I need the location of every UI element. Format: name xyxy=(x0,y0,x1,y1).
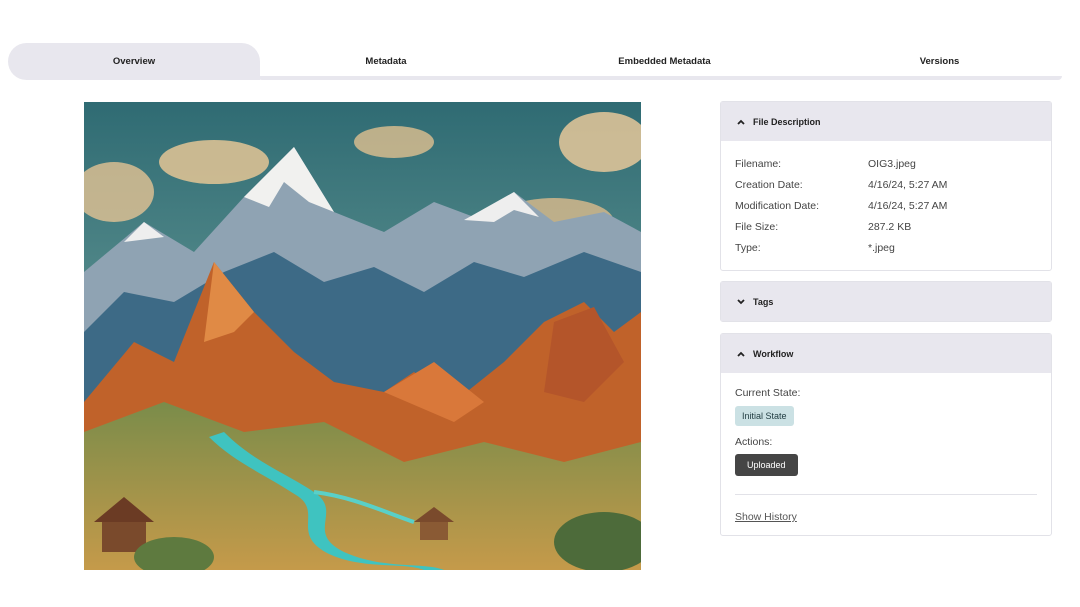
workflow-divider xyxy=(735,494,1037,495)
tab-embedded-metadata[interactable]: Embedded Metadata xyxy=(512,43,817,80)
modification-date-value: 4/16/24, 5:27 AM xyxy=(868,199,948,212)
tab-versions-label: Versions xyxy=(919,56,960,67)
workflow-title: Workflow xyxy=(753,348,794,359)
tags-header[interactable]: Tags xyxy=(721,282,1051,321)
actions-label: Actions: xyxy=(735,436,773,448)
type-label: Type: xyxy=(735,241,761,254)
file-size-label: File Size: xyxy=(735,220,779,233)
tab-overview-label: Overview xyxy=(112,56,156,67)
file-row-filename: Filename: OIG3.jpeg xyxy=(735,153,1037,174)
workflow-header[interactable]: Workflow xyxy=(721,334,1051,373)
show-history-link[interactable]: Show History xyxy=(735,511,797,523)
chevron-down-icon xyxy=(737,298,745,304)
tab-overview[interactable]: Overview xyxy=(8,43,260,80)
tab-embedded-metadata-label: Embedded Metadata xyxy=(618,56,711,67)
file-size-value: 287.2 KB xyxy=(868,220,912,233)
file-description-panel: File Description Filename: OIG3.jpeg Cre… xyxy=(720,101,1052,271)
workflow-panel: Workflow Current State: Initial State Ac… xyxy=(720,333,1052,536)
file-row-modification-date: Modification Date: 4/16/24, 5:27 AM xyxy=(735,195,1037,216)
creation-date-value: 4/16/24, 5:27 AM xyxy=(868,178,948,191)
type-value: *.jpeg xyxy=(868,241,895,254)
creation-date-label: Creation Date: xyxy=(735,178,803,191)
tab-versions[interactable]: Versions xyxy=(817,43,1062,80)
chevron-up-icon xyxy=(737,119,745,125)
chevron-up-icon xyxy=(737,351,745,357)
tags-panel: Tags xyxy=(720,281,1052,322)
tab-bar: Overview Metadata Embedded Metadata Vers… xyxy=(8,43,1062,80)
file-row-type: Type: *.jpeg xyxy=(735,237,1037,258)
filename-label: Filename: xyxy=(735,157,782,170)
current-state-label: Current State: xyxy=(735,387,801,399)
uploaded-action-button[interactable]: Uploaded xyxy=(735,454,798,476)
filename-value: OIG3.jpeg xyxy=(868,157,916,170)
image-preview[interactable] xyxy=(84,102,641,570)
file-description-title: File Description xyxy=(753,116,821,127)
modification-date-label: Modification Date: xyxy=(735,199,820,212)
current-state-badge: Initial State xyxy=(735,406,794,426)
tags-title: Tags xyxy=(753,296,774,307)
tab-metadata[interactable]: Metadata xyxy=(260,43,512,80)
file-description-header[interactable]: File Description xyxy=(721,102,1051,141)
file-row-creation-date: Creation Date: 4/16/24, 5:27 AM xyxy=(735,174,1037,195)
file-row-size: File Size: 287.2 KB xyxy=(735,216,1037,237)
tab-metadata-label: Metadata xyxy=(365,56,407,67)
mountain-landscape-image xyxy=(84,102,641,570)
